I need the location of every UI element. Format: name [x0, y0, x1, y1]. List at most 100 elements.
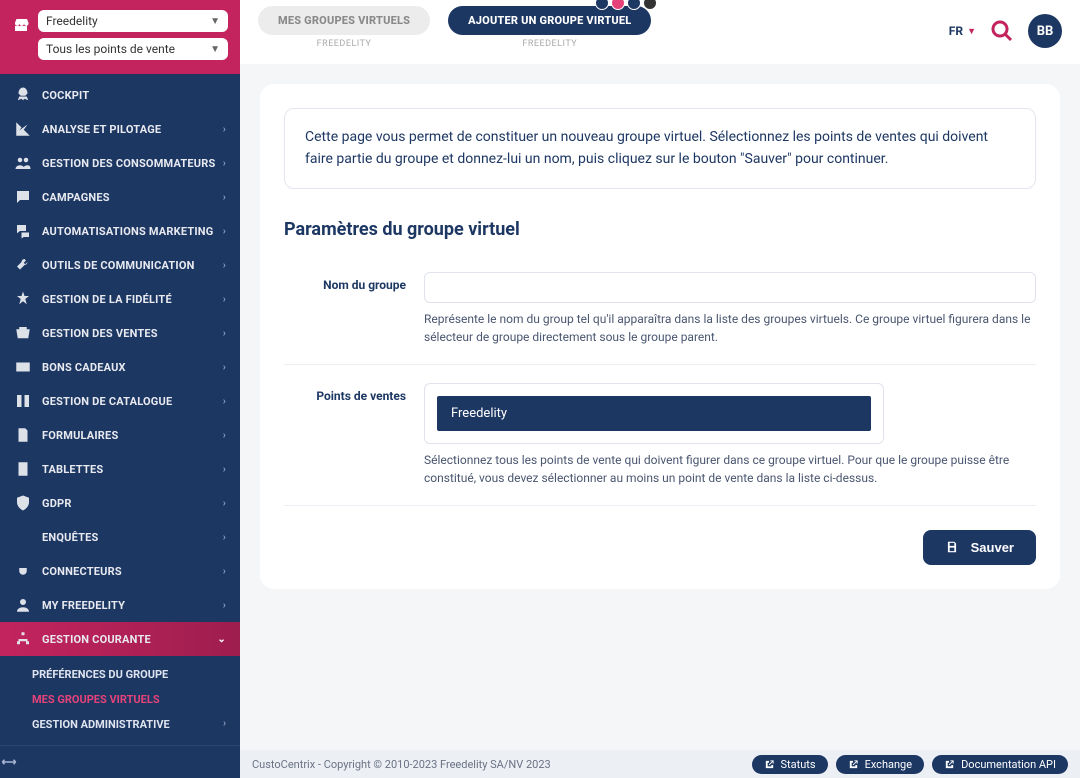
footer-link-exchange[interactable]: Exchange — [836, 755, 925, 774]
main-content: Cette page vous permet de constituer un … — [240, 64, 1080, 750]
catalog-icon — [14, 392, 32, 410]
subnav-item-gestion-administrative[interactable]: GESTION ADMINISTRATIVE› — [0, 712, 240, 737]
language-label: FR — [949, 24, 963, 38]
pos-option-label: Freedelity — [451, 406, 507, 421]
subnav: PRÉFÉRENCES DU GROUPE MES GROUPES VIRTUEL… — [0, 656, 240, 745]
external-link-icon — [944, 759, 955, 770]
users-icon — [14, 154, 32, 172]
intro-text: Cette page vous permet de constituer un … — [284, 108, 1036, 189]
tab-subtitle: FREEDELITY — [317, 39, 372, 49]
chevron-right-icon: ⌄ — [217, 634, 226, 645]
pos-selector[interactable]: Tous les points de vente ▼ — [38, 38, 228, 60]
nav-item-cockpit[interactable]: Cockpit — [0, 78, 240, 112]
save-button-label: Sauver — [971, 540, 1014, 555]
subnav-item-pr-f-rences-du-groupe[interactable]: PRÉFÉRENCES DU GROUPE — [0, 662, 240, 687]
chevron-right-icon: › — [223, 328, 226, 339]
nav-item-tablettes[interactable]: Tablettes› — [0, 452, 240, 486]
tab-ajouter-groupe-virtuel[interactable]: AJOUTER UN GROUPE VIRTUEL FREEDELITY — [448, 6, 651, 49]
nav-item-enqu-tes[interactable]: Enquêtes› — [0, 520, 240, 554]
search-icon[interactable] — [990, 19, 1014, 43]
nav-item-label: Outils de communication — [42, 259, 223, 272]
nav-item-my-freedelity[interactable]: My Freedelity› — [0, 588, 240, 622]
nav-item-label: Analyse et pilotage — [42, 123, 223, 136]
chat-icon — [14, 188, 32, 206]
group-selector-label: Freedelity — [46, 14, 98, 28]
footer-link-statuts[interactable]: Statuts — [752, 755, 828, 774]
nav-item-gestion-des-ventes[interactable]: Gestion des ventes› — [0, 316, 240, 350]
plug-icon — [14, 562, 32, 580]
nav-item-campagnes[interactable]: Campagnes› — [0, 180, 240, 214]
form-icon — [14, 426, 32, 444]
badge-dot-icon[interactable] — [595, 0, 609, 10]
save-icon — [945, 540, 959, 554]
chevron-right-icon: › — [223, 718, 226, 729]
nav-item-label: Cockpit — [42, 89, 226, 102]
nav-item-label: Formulaires — [42, 429, 223, 442]
pos-helper-text: Sélectionnez tous les points de vente qu… — [424, 452, 1036, 487]
badge-heart-icon[interactable] — [611, 0, 625, 10]
nav-item-analyse-et-pilotage[interactable]: Analyse et pilotage› — [0, 112, 240, 146]
nav-item-outils-de-communication[interactable]: Outils de communication› — [0, 248, 240, 282]
footer-copyright: CustoCentrix - Copyright © 2010-2023 Fre… — [252, 758, 551, 771]
subnav-item-label: MES GROUPES VIRTUELS — [32, 693, 160, 706]
pos-label: Points de ventes — [284, 383, 424, 487]
nav-item-gestion-courante[interactable]: Gestion courante⌄ — [0, 622, 240, 656]
nav-item-gestion-des-consommateurs[interactable]: Gestion des consommateurs› — [0, 146, 240, 180]
subnav-item-label: PRÉFÉRENCES DU GROUPE — [32, 668, 168, 681]
tab-badges — [595, 0, 657, 10]
chevron-right-icon: › — [223, 532, 226, 543]
chevron-down-icon: ▼ — [210, 16, 220, 27]
nav-item-label: Enquêtes — [42, 531, 223, 544]
nav-item-connecteurs[interactable]: Connecteurs› — [0, 554, 240, 588]
subnav-item-mes-groupes-virtuels[interactable]: MES GROUPES VIRTUELS — [0, 687, 240, 712]
footer-link-documentation-api[interactable]: Documentation API — [932, 755, 1068, 774]
group-selector[interactable]: Freedelity ▼ — [38, 10, 228, 32]
external-link-icon — [764, 759, 775, 770]
save-button[interactable]: Sauver — [923, 530, 1036, 565]
name-helper-text: Représente le nom du group tel qu'il app… — [424, 311, 1036, 346]
external-link-icon — [848, 759, 859, 770]
tab-mes-groupes-virtuels[interactable]: MES GROUPES VIRTUELS FREEDELITY — [258, 6, 430, 49]
avatar-initials: BB — [1037, 24, 1054, 39]
badge-ellipsis-icon[interactable] — [627, 0, 641, 10]
tab-title: AJOUTER UN GROUPE VIRTUEL — [468, 14, 631, 27]
pos-option-freedelity[interactable]: Freedelity — [437, 396, 871, 431]
sidebar-collapse-toggle[interactable] — [0, 745, 240, 778]
chevron-right-icon: › — [223, 294, 226, 305]
nav-item-label: Gestion des ventes — [42, 327, 223, 340]
caret-down-icon: ▼ — [967, 26, 976, 37]
nav-item-gdpr[interactable]: GDPR› — [0, 486, 240, 520]
survey-icon — [14, 528, 32, 546]
main-nav: CockpitAnalyse et pilotage›Gestion des c… — [0, 74, 240, 745]
chevron-right-icon: › — [223, 226, 226, 237]
store-icon — [12, 16, 30, 34]
tab-close-icon[interactable] — [643, 0, 657, 10]
tab-subtitle: FREEDELITY — [522, 39, 577, 49]
tablet-icon — [14, 460, 32, 478]
nav-item-formulaires[interactable]: Formulaires› — [0, 418, 240, 452]
chevron-right-icon: › — [223, 396, 226, 407]
sitemap-icon — [14, 630, 32, 648]
nav-item-label: Tablettes — [42, 463, 223, 476]
name-label: Nom du groupe — [284, 272, 424, 346]
topbar: MES GROUPES VIRTUELS FREEDELITY AJOUTER … — [240, 0, 1080, 64]
group-name-input[interactable] — [424, 272, 1036, 303]
nav-item-gestion-de-catalogue[interactable]: Gestion de catalogue› — [0, 384, 240, 418]
breadcrumb-tabs: MES GROUPES VIRTUELS FREEDELITY AJOUTER … — [258, 0, 651, 49]
nav-item-automatisations-marketing[interactable]: Automatisations marketing› — [0, 214, 240, 248]
pos-list-box[interactable]: Freedelity — [424, 383, 884, 444]
chevron-right-icon: › — [223, 430, 226, 441]
nav-item-label: GDPR — [42, 497, 223, 510]
language-selector[interactable]: FR ▼ — [949, 24, 976, 38]
nav-item-label: Campagnes — [42, 191, 223, 204]
nav-item-label: Gestion de catalogue — [42, 395, 223, 408]
user-avatar[interactable]: BB — [1028, 14, 1062, 48]
chevron-right-icon: › — [223, 600, 226, 611]
nav-item-gestion-de-la-fid-lit-[interactable]: Gestion de la fidélité› — [0, 282, 240, 316]
pos-selector-label: Tous les points de vente — [46, 42, 175, 56]
nav-item-label: Connecteurs — [42, 565, 223, 578]
nav-item-label: Gestion de la fidélité — [42, 293, 223, 306]
chevron-right-icon: › — [223, 498, 226, 509]
nav-item-bons-cadeaux[interactable]: Bons cadeaux› — [0, 350, 240, 384]
sales-icon — [14, 324, 32, 342]
